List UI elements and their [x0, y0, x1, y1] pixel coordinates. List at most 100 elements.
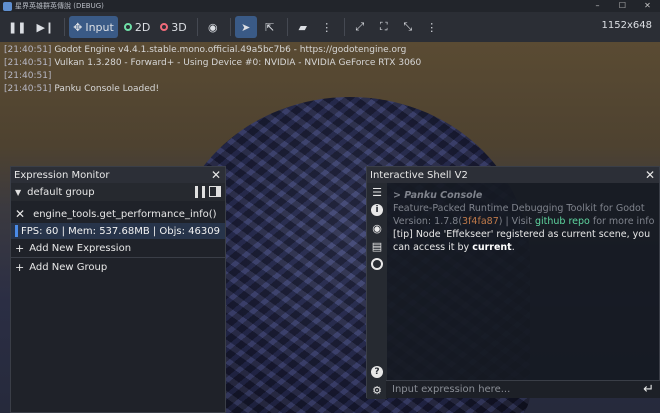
joypad-icon: ✥: [73, 20, 83, 34]
console-log: [21:40:51] Godot Engine v4.4.1.stable.mo…: [4, 44, 421, 96]
keep-aspect-icon: ⛶: [379, 20, 388, 33]
embed-options-button[interactable]: ⋮: [421, 16, 443, 38]
step-frame-button[interactable]: ▶❙: [32, 16, 58, 38]
mode-3d-button[interactable]: 3D: [156, 16, 190, 38]
settings-button[interactable]: ⚙: [367, 381, 387, 399]
version-hash: 3f4fa87: [462, 216, 499, 227]
log-text: Vulkan 1.3.280 - Forward+ - Using Device…: [54, 58, 422, 68]
camera-icon: ▰: [298, 20, 307, 34]
close-icon[interactable]: ✕: [211, 168, 221, 182]
tip-end: .: [511, 242, 515, 253]
version-prefix: Version: 1.7.8(: [393, 216, 463, 227]
log-line: [21:40:51]: [4, 70, 421, 83]
add-group-button[interactable]: + Add New Group: [11, 258, 225, 276]
keep-aspect-button[interactable]: ⛶: [373, 16, 395, 38]
input-mode-label: Input: [85, 20, 114, 34]
select-mode-button[interactable]: ➤: [234, 16, 257, 38]
close-window-button[interactable]: ✕: [635, 0, 660, 12]
interactive-shell-header[interactable]: Interactive Shell V2 ✕: [367, 167, 659, 183]
expression-text[interactable]: engine_tools.get_performance_info(): [33, 209, 216, 220]
toolbar-divider: [229, 18, 231, 36]
2d-node-icon: [123, 23, 132, 31]
expression-input[interactable]: [392, 384, 632, 395]
window-titlebar: 星界英雄群英傳說 (DEBUG) – ☐ ✕: [0, 0, 660, 12]
version-suffix: ) | Visit: [498, 216, 535, 227]
list-select-button[interactable]: ⇱: [259, 16, 281, 38]
mode-2d-button[interactable]: 2D: [120, 16, 154, 38]
tip-keyword: current: [472, 242, 512, 253]
shell-sidebar: ☰ i ◉ ▤ ? ⚙: [367, 183, 387, 399]
log-timestamp: [21:40:51]: [4, 84, 52, 94]
cursor-icon: ➤: [241, 20, 251, 34]
github-repo-link[interactable]: github repo: [535, 216, 590, 227]
camera-override-button[interactable]: ▰: [292, 16, 314, 38]
minimize-button[interactable]: –: [585, 0, 610, 12]
visibility-toggle[interactable]: ◉: [367, 219, 387, 237]
expression-monitor-title: Expression Monitor: [14, 169, 110, 181]
stretch-button[interactable]: ⤡: [397, 16, 419, 38]
history-button[interactable]: [367, 255, 387, 273]
version-line: Version: 1.7.8(3f4fa87) | Visit github r…: [393, 215, 655, 228]
toolbar-divider: [64, 18, 66, 36]
clock-icon: [371, 258, 383, 270]
kebab-icon: ⋮: [426, 20, 438, 34]
input-mode-button[interactable]: ✥ Input: [69, 16, 118, 38]
group-actions: [195, 186, 221, 198]
shell-output: > Panku Console Feature-Packed Runtime D…: [393, 189, 655, 254]
expression-monitor-panel: Expression Monitor ✕ ▼ default group ✕ e…: [10, 166, 226, 413]
submit-return-icon[interactable]: ↵: [643, 382, 654, 397]
step-frame-icon: ▶❙: [36, 20, 55, 34]
keyboard-icon: ▤: [371, 239, 383, 253]
plus-icon: +: [15, 260, 25, 274]
chevron-down-icon[interactable]: ▼: [15, 188, 21, 197]
pause-button[interactable]: ❚❚: [4, 16, 30, 38]
repo-suffix: for more info: [589, 216, 655, 227]
camera-options-button[interactable]: ⋮: [316, 16, 338, 38]
interactive-shell-title: Interactive Shell V2: [370, 169, 468, 181]
expression-monitor-header[interactable]: Expression Monitor ✕: [11, 167, 225, 183]
tip-text: [tip] Node 'Effekseer' registered as cur…: [393, 229, 651, 253]
gear-icon: ⚙: [372, 383, 382, 397]
log-timestamp: [21:40:51]: [4, 45, 52, 55]
expression-result: FPS: 60 | Mem: 537.68MB | Objs: 46309: [11, 223, 225, 239]
tip-line: [tip] Node 'Effekseer' registered as cur…: [393, 228, 655, 254]
toolbar-divider: [196, 18, 198, 36]
resolution-readout: 1152x648: [601, 20, 652, 31]
godot-app-icon: [3, 1, 12, 11]
plus-icon: +: [15, 241, 25, 255]
pause-icon[interactable]: [195, 186, 205, 198]
add-group-label: Add New Group: [29, 261, 108, 273]
panel-icon[interactable]: [209, 186, 221, 197]
log-timestamp: [21:40:51]: [4, 58, 52, 68]
add-expression-label: Add New Expression: [29, 242, 132, 254]
fixed-size-button[interactable]: ⤢: [349, 16, 371, 38]
info-icon-button[interactable]: i: [367, 201, 387, 219]
mode-3d-label: 3D: [171, 20, 187, 34]
result-text: FPS: 60 | Mem: 537.68MB | Objs: 46309: [21, 225, 220, 237]
maximize-button[interactable]: ☐: [610, 0, 635, 12]
eye-icon: ◉: [207, 20, 218, 34]
interactive-shell-panel: Interactive Shell V2 ✕ ☰ i ◉ ▤ ? ⚙ > Pan…: [366, 166, 660, 399]
group-row[interactable]: ▼ default group: [11, 183, 225, 201]
log-line: [21:40:51] Vulkan 1.3.280 - Forward+ - U…: [4, 57, 421, 70]
visibility-button[interactable]: ◉: [202, 16, 224, 38]
mode-2d-label: 2D: [134, 20, 151, 34]
stretch-icon: ⤡: [403, 20, 413, 33]
log-line: [21:40:51] Panku Console Loaded!: [4, 83, 421, 96]
help-button[interactable]: ?: [367, 363, 387, 381]
info-icon: i: [371, 204, 383, 216]
kebab-icon: ⋮: [321, 20, 333, 34]
log-text: Godot Engine v4.4.1.stable.mono.official…: [54, 45, 407, 55]
expand-icon: ⤢: [355, 20, 365, 33]
menu-icon[interactable]: ☰: [367, 183, 387, 201]
keyboard-button[interactable]: ▤: [367, 237, 387, 255]
expression-row: ✕ engine_tools.get_performance_info(): [11, 205, 225, 223]
close-icon[interactable]: ✕: [645, 168, 655, 182]
eye-icon: ◉: [372, 221, 382, 235]
toolbar-divider: [343, 18, 345, 36]
add-expression-button[interactable]: + Add New Expression: [11, 239, 225, 257]
console-brand: > Panku Console: [393, 190, 483, 201]
list-select-icon: ⇱: [265, 20, 275, 34]
remove-expression-icon[interactable]: ✕: [15, 207, 25, 221]
3d-node-icon: [160, 23, 169, 31]
